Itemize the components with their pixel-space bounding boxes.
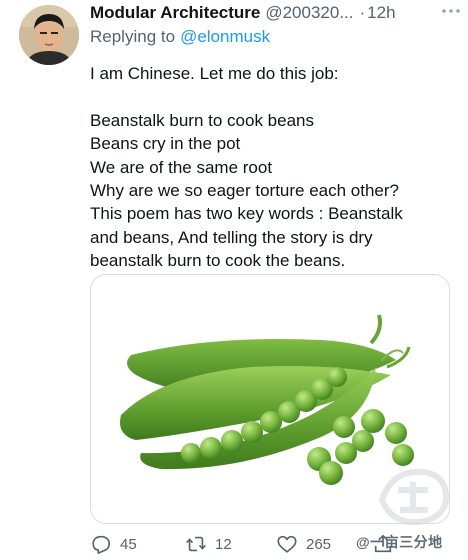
header-separator: ·: [359, 3, 366, 22]
avatar-photo: [19, 5, 79, 65]
author-name[interactable]: Modular Architecture: [90, 3, 260, 23]
tweet-line: Why are we so eager torture each other?: [90, 180, 399, 200]
reply-mention-link[interactable]: @elonmusk: [180, 27, 270, 46]
tweet-header: Modular Architecture @200320... · 12h: [90, 3, 462, 25]
tweet-line: beanstalk burn to cook the beans.: [90, 251, 346, 271]
retweet-icon: [186, 536, 206, 552]
reply-button[interactable]: 45: [90, 532, 137, 556]
reply-icon: [92, 535, 111, 554]
replying-to: Replying to @elonmusk: [90, 27, 270, 47]
retweet-button[interactable]: 12: [185, 532, 232, 556]
like-count: 265: [306, 535, 332, 553]
tweet-timestamp[interactable]: 12h: [367, 3, 395, 23]
tweet-line: This poem has two key words : Beanstalk: [90, 204, 403, 224]
heart-icon: [277, 535, 297, 553]
tweet-line: Beans cry in the pot: [90, 134, 241, 154]
tweet-line: and beans, And telling the story is dry: [90, 227, 373, 247]
more-dots-icon[interactable]: [440, 4, 462, 18]
watermark-text: @一亩三分地: [356, 534, 443, 550]
like-button[interactable]: 265: [276, 532, 331, 556]
tweet-line: We are of the same root: [90, 157, 273, 177]
replying-to-label: Replying to: [90, 27, 176, 46]
avatar[interactable]: [19, 5, 79, 65]
watermark-logo: [378, 468, 450, 526]
tweet-line: Beanstalk burn to cook beans: [90, 110, 314, 130]
tweet-text: I am Chinese. Let me do this job: Beanst…: [90, 62, 462, 273]
retweet-count: 12: [215, 535, 232, 553]
author-handle[interactable]: @200320...: [265, 3, 353, 23]
reply-count: 45: [120, 535, 137, 553]
tweet-line: I am Chinese. Let me do this job:: [90, 64, 339, 83]
